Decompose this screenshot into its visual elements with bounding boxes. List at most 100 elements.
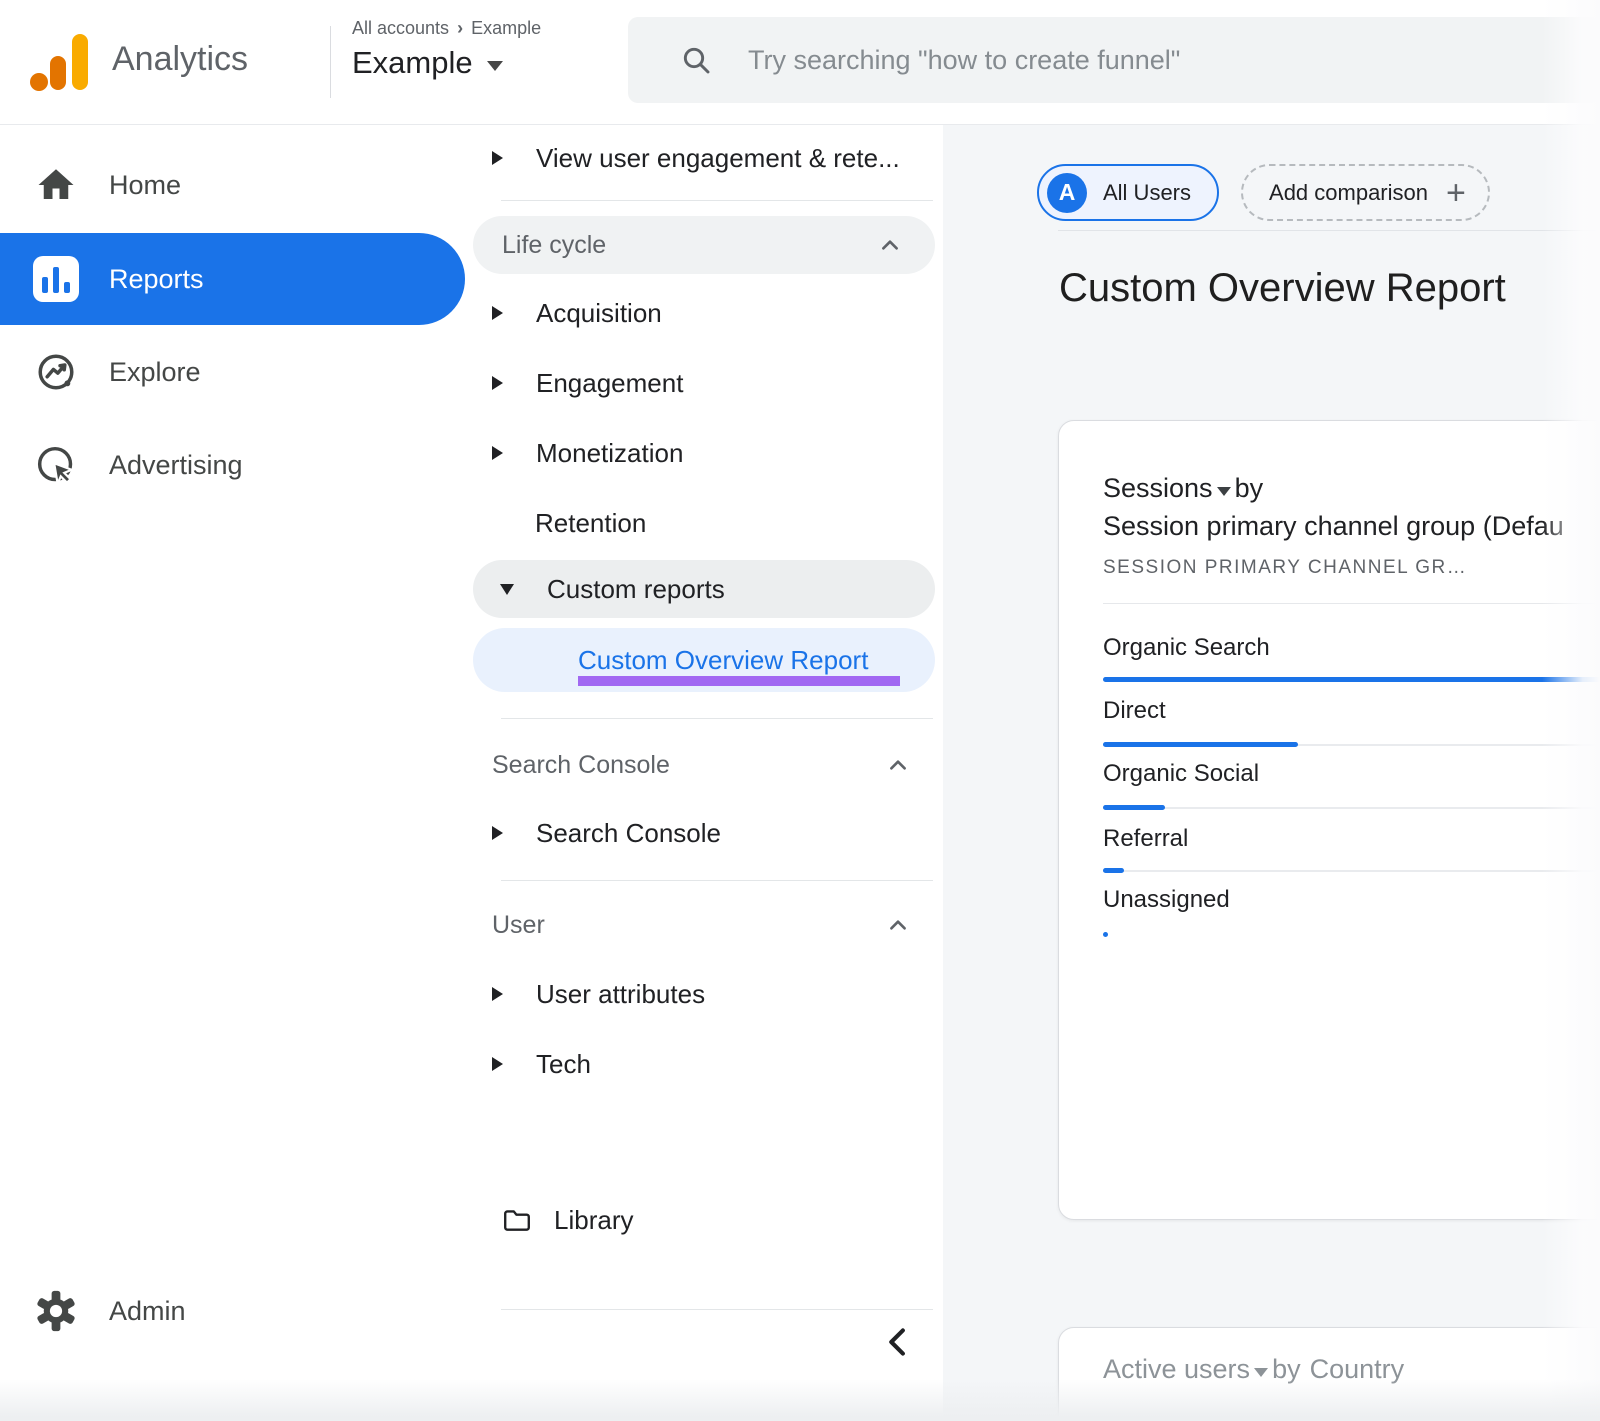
- nav-item-label: Custom Overview Report: [578, 645, 868, 676]
- chevron-up-icon[interactable]: [887, 914, 909, 936]
- channel-bar-row: [1103, 805, 1600, 810]
- nav-item-label: User attributes: [536, 979, 705, 1010]
- channel-bar-row: [1103, 742, 1600, 747]
- nav-item-custom-reports[interactable]: Custom reports: [473, 560, 935, 618]
- sidebar-item-advertising[interactable]: Advertising: [0, 430, 463, 500]
- channel-row-label: Organic Social: [1103, 759, 1259, 789]
- primary-sidebar: Home Reports Explore: [0, 124, 463, 1421]
- nav-item-label: Search Console: [536, 818, 721, 849]
- breadcrumb-current: Example: [471, 18, 541, 38]
- nav-item-custom-overview-report[interactable]: Custom Overview Report: [473, 628, 935, 692]
- channel-bar-row: [1103, 677, 1600, 682]
- collapse-drawer-button[interactable]: [881, 1324, 917, 1360]
- metric-label: Active users: [1103, 1354, 1250, 1385]
- gear-icon: [33, 1288, 79, 1334]
- chart-dimension-label[interactable]: Session primary channel group (Defau: [1103, 511, 1564, 542]
- expand-right-icon: [492, 376, 503, 390]
- folder-icon: [502, 1207, 532, 1233]
- bar-referral: [1103, 868, 1124, 873]
- active-users-by-country-card: Active users by Country: [1058, 1327, 1600, 1421]
- nav-item-label: Engagement: [536, 368, 683, 399]
- nav-section-label: Life cycle: [502, 231, 606, 260]
- chart-metric-selector[interactable]: Active users by Country: [1103, 1354, 1404, 1385]
- nav-item-label: Retention: [535, 508, 646, 539]
- breadcrumb-path[interactable]: All accounts › Example: [352, 18, 541, 39]
- nav-item-label: Monetization: [536, 438, 683, 469]
- nav-item-tech[interactable]: Tech: [463, 1030, 943, 1098]
- metric-label: Sessions: [1103, 473, 1213, 504]
- add-comparison-button[interactable]: Add comparison +: [1241, 164, 1490, 221]
- channel-bar-row: [1103, 868, 1600, 873]
- home-icon: [33, 162, 79, 208]
- nav-item-view-user-engagement[interactable]: View user engagement & rete...: [463, 128, 943, 188]
- nav-item-label: Custom reports: [547, 574, 725, 605]
- expand-right-icon: [492, 987, 503, 1001]
- sidebar-item-explore[interactable]: Explore: [0, 337, 463, 407]
- sidebar-item-label: Home: [109, 170, 181, 201]
- page-title: Custom Overview Report: [1059, 266, 1506, 311]
- nav-section-user[interactable]: User: [463, 894, 943, 956]
- audience-chip-label: All Users: [1103, 180, 1191, 206]
- nav-item-library[interactable]: Library: [463, 1186, 943, 1254]
- sidebar-item-label: Explore: [109, 357, 201, 388]
- nav-section-search-console[interactable]: Search Console: [463, 734, 943, 796]
- global-search: [628, 17, 1600, 103]
- nav-item-user-attributes[interactable]: User attributes: [463, 960, 943, 1028]
- nav-item-acquisition[interactable]: Acquisition: [463, 278, 943, 348]
- nav-item-monetization[interactable]: Monetization: [463, 418, 943, 488]
- nav-section-label: User: [492, 911, 545, 940]
- bar-organic-search: [1103, 677, 1600, 682]
- channel-row-label: Unassigned: [1103, 885, 1230, 915]
- sessions-by-channel-card: Sessions by Session primary channel grou…: [1058, 420, 1600, 1220]
- chart-metric-selector[interactable]: Sessions by: [1103, 473, 1263, 504]
- chevron-up-icon[interactable]: [887, 754, 909, 776]
- chevron-down-icon: [487, 61, 503, 71]
- audience-avatar: A: [1047, 173, 1087, 213]
- expand-right-icon: [492, 826, 503, 840]
- chevron-down-icon: [1254, 1368, 1268, 1377]
- nav-section-life-cycle[interactable]: Life cycle: [473, 216, 935, 274]
- nav-divider: [501, 200, 933, 201]
- nav-item-label: View user engagement & rete...: [536, 143, 900, 174]
- search-input[interactable]: [746, 44, 1600, 77]
- sidebar-item-label: Advertising: [109, 450, 243, 481]
- expand-right-icon: [492, 151, 503, 165]
- sidebar-item-home[interactable]: Home: [0, 150, 463, 220]
- all-users-chip[interactable]: A All Users: [1037, 164, 1219, 221]
- report-main-pane: A All Users Add comparison + Custom Over…: [943, 124, 1600, 1421]
- property-selector[interactable]: Example: [352, 45, 541, 81]
- sidebar-item-admin[interactable]: Admin: [0, 1276, 463, 1346]
- analytics-logo-icon[interactable]: [30, 32, 92, 97]
- advertising-icon: [33, 442, 79, 488]
- breadcrumb-root: All accounts: [352, 18, 449, 38]
- ga-analytics-app: Analytics All accounts › Example Example: [0, 0, 1600, 1421]
- nav-item-label: Tech: [536, 1049, 591, 1080]
- bar-track: [1103, 870, 1600, 872]
- chevron-up-icon[interactable]: [879, 234, 901, 256]
- channel-row-label: Direct: [1103, 696, 1166, 726]
- breadcrumb: All accounts › Example Example: [352, 18, 541, 81]
- nav-item-label: Library: [554, 1205, 633, 1236]
- app-header: Analytics All accounts › Example Example: [0, 0, 1600, 125]
- nav-item-search-console[interactable]: Search Console: [463, 800, 943, 866]
- property-selector-label: Example: [352, 45, 473, 81]
- content-divider: [1058, 230, 1600, 231]
- bar-direct: [1103, 742, 1298, 747]
- nav-item-engagement[interactable]: Engagement: [463, 348, 943, 418]
- nav-divider: [501, 1309, 933, 1310]
- expand-right-icon: [492, 306, 503, 320]
- plus-icon: +: [1446, 180, 1466, 206]
- bar-unassigned: [1103, 932, 1108, 937]
- breadcrumb-separator: ›: [457, 18, 463, 38]
- explore-icon: [33, 349, 79, 395]
- header-divider: [330, 26, 331, 98]
- dimension-label: Session primary channel group (Defau: [1103, 511, 1564, 542]
- nav-item-retention[interactable]: Retention: [463, 488, 943, 558]
- highlight-underline: [578, 676, 900, 686]
- nav-divider: [501, 880, 933, 881]
- search-icon: [680, 44, 712, 76]
- sidebar-item-reports[interactable]: Reports: [0, 233, 465, 325]
- channel-bar-row: [1103, 932, 1600, 937]
- brand-name: Analytics: [112, 40, 248, 79]
- channel-row-label: Referral: [1103, 824, 1188, 854]
